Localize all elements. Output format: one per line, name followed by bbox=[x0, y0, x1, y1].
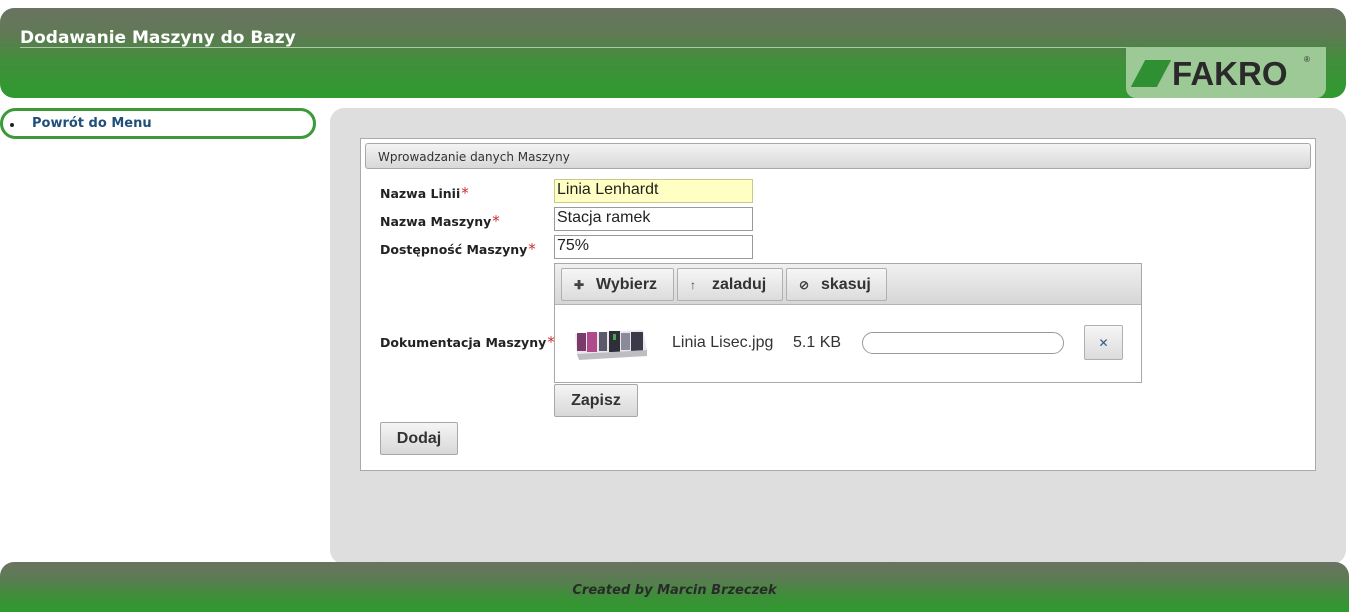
line-name-label-text: Nazwa Linii bbox=[380, 186, 461, 201]
logo-slash-mark bbox=[1130, 60, 1172, 87]
content-panel: Wprowadzanie danych Maszyny Nazwa Linii*… bbox=[330, 108, 1346, 564]
upload-toolbar: ✚ Wybierz ↑ zaladuj ⊘ skasuj bbox=[555, 264, 1141, 305]
close-icon: ✕ bbox=[1098, 335, 1109, 350]
upload-file-label: zaladuj bbox=[712, 275, 767, 293]
sidebar-item-back-to-menu[interactable]: Powrót do Menu bbox=[0, 108, 316, 139]
logo-registered-mark: ® bbox=[1304, 55, 1310, 64]
page-footer: Created by Marcin Brzeczek bbox=[0, 562, 1349, 612]
upload-arrow-icon: ↑ bbox=[690, 277, 696, 292]
add-button[interactable]: Dodaj bbox=[380, 422, 458, 455]
required-marker: * bbox=[528, 240, 536, 258]
machine-form: Wprowadzanie danych Maszyny Nazwa Linii*… bbox=[360, 138, 1316, 471]
cancel-upload-label: skasuj bbox=[821, 275, 871, 293]
choose-file-label: Wybierz bbox=[596, 275, 658, 293]
logo-text: FAKRO bbox=[1172, 55, 1288, 92]
cancel-circle-icon: ⊘ bbox=[799, 277, 810, 292]
upload-progress-bar bbox=[862, 332, 1064, 354]
remove-file-button[interactable]: ✕ bbox=[1084, 325, 1123, 360]
required-marker: * bbox=[461, 184, 469, 202]
machine-name-input[interactable]: Stacja ramek bbox=[554, 207, 753, 231]
cancel-upload-button[interactable]: ⊘ skasuj bbox=[786, 268, 887, 301]
file-thumbnail bbox=[573, 324, 649, 364]
machine-documentation-label: Dokumentacja Maszyny* bbox=[380, 333, 555, 351]
fakro-logo: FAKRO ® bbox=[1126, 47, 1326, 98]
plus-icon: ✚ bbox=[574, 277, 585, 292]
line-name-label: Nazwa Linii* bbox=[380, 184, 469, 202]
machine-name-label-text: Nazwa Maszyny bbox=[380, 214, 492, 229]
machine-documentation-label-text: Dokumentacja Maszyny bbox=[380, 335, 547, 350]
file-name: Linia Lisec.jpg bbox=[672, 334, 774, 351]
form-legend: Wprowadzanie danych Maszyny bbox=[365, 143, 1311, 169]
file-size: 5.1 KB bbox=[793, 334, 842, 351]
line-name-input[interactable]: Linia Lenhardt bbox=[554, 179, 753, 203]
machine-availability-label-text: Dostępność Maszyny bbox=[380, 242, 528, 257]
page-title: Dodawanie Maszyny do Bazy bbox=[20, 28, 296, 48]
footer-credit: Created by Marcin Brzeczek bbox=[572, 583, 777, 598]
machine-name-label: Nazwa Maszyny* bbox=[380, 212, 500, 230]
upload-file-button[interactable]: ↑ zaladuj bbox=[677, 268, 783, 301]
machine-availability-input[interactable]: 75% bbox=[554, 235, 753, 259]
machine-availability-label: Dostępność Maszyny* bbox=[380, 240, 536, 258]
required-marker: * bbox=[492, 212, 500, 230]
save-button[interactable]: Zapisz bbox=[554, 384, 638, 417]
file-upload-widget: ✚ Wybierz ↑ zaladuj ⊘ skasuj Linia Lisec… bbox=[554, 263, 1142, 383]
bullet-icon bbox=[10, 123, 14, 127]
page-header: Dodawanie Maszyny do Bazy FAKRO ® bbox=[0, 8, 1346, 98]
choose-file-button[interactable]: ✚ Wybierz bbox=[561, 268, 674, 301]
sidebar-item-label[interactable]: Powrót do Menu bbox=[32, 116, 152, 131]
